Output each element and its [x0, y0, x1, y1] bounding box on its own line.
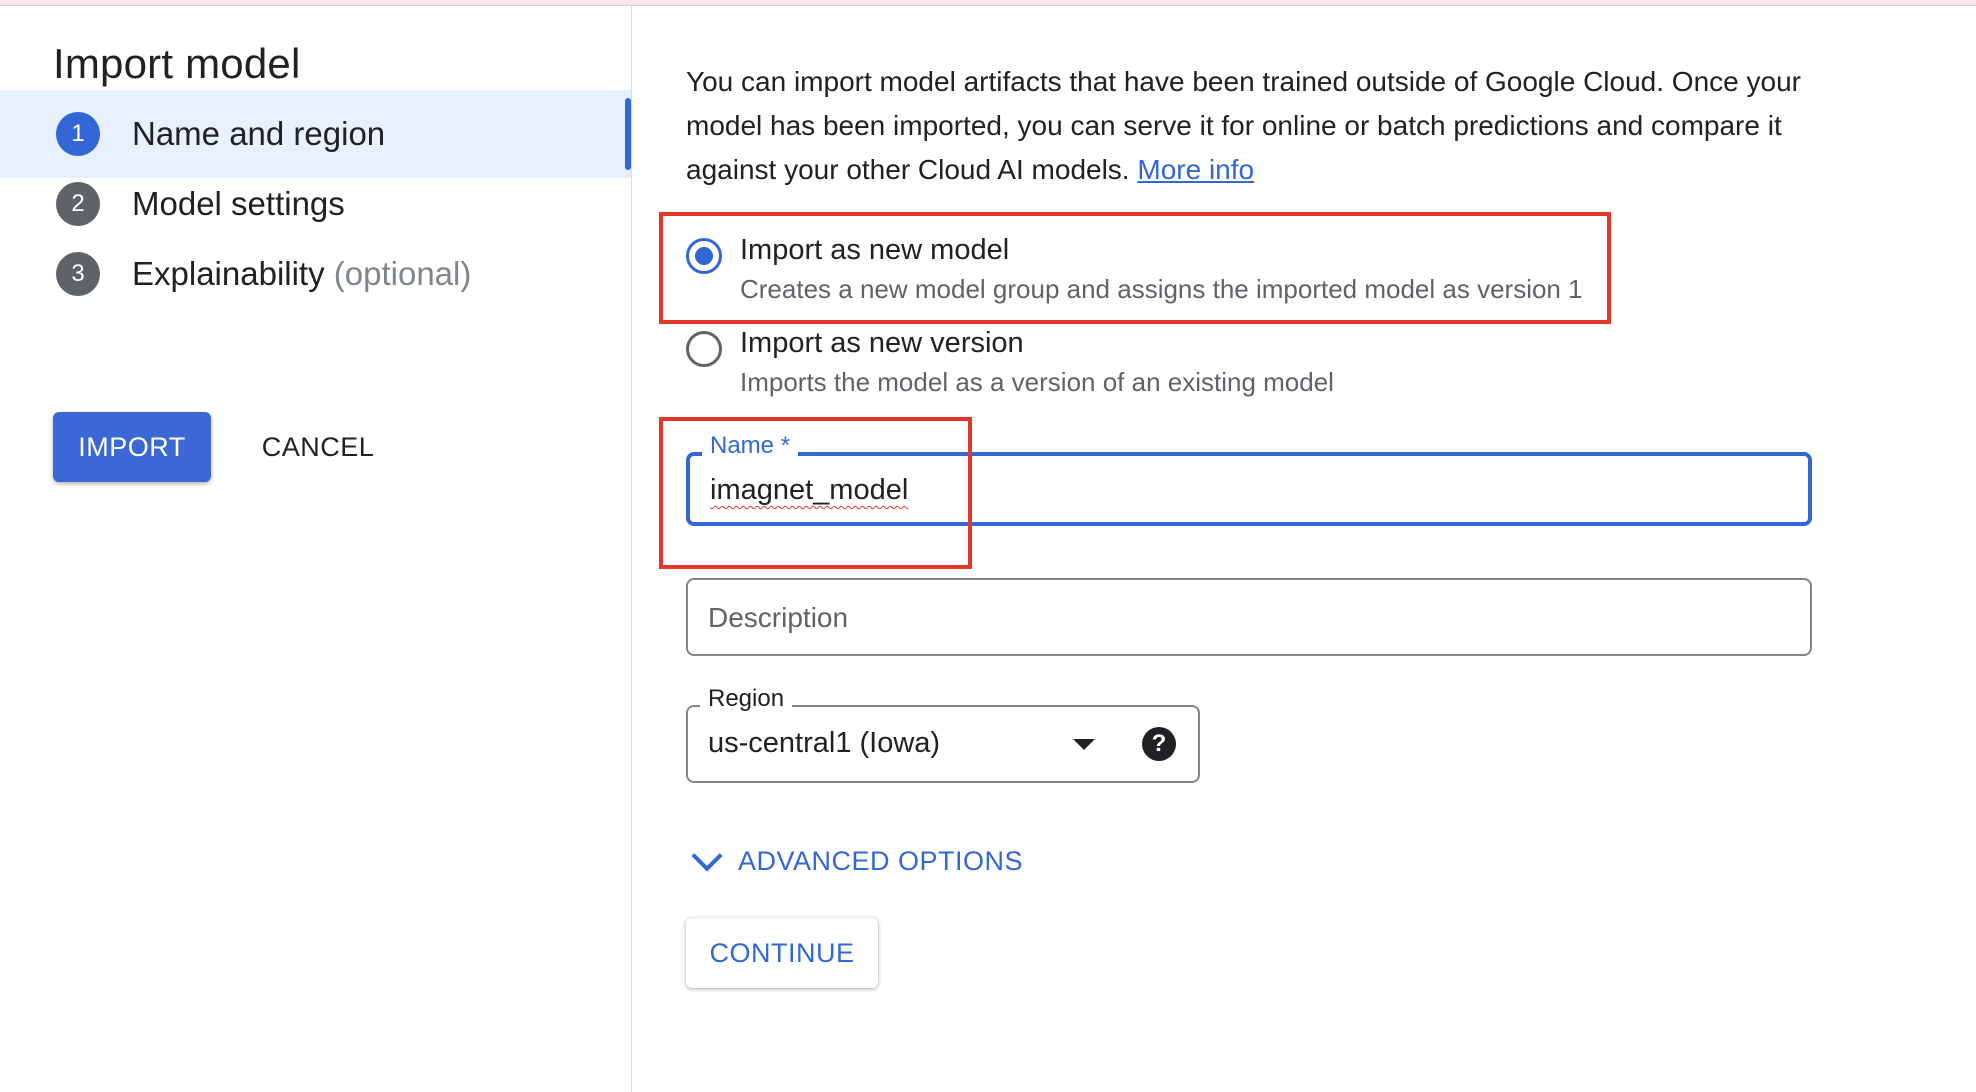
- region-select[interactable]: Region us-central1 (Iowa) ?: [686, 685, 1200, 783]
- intro-paragraph: You can import model artifacts that have…: [686, 66, 1801, 185]
- option-title: Import as new model: [740, 234, 1010, 266]
- description-field[interactable]: Description: [686, 578, 1812, 656]
- option-import-new-version[interactable]: Import as new version Imports the model …: [686, 323, 1334, 401]
- stepper-panel: Import model 1 Name and region 2 Model s…: [0, 6, 632, 1092]
- option-import-new-model[interactable]: Import as new model Creates a new model …: [686, 230, 1583, 308]
- region-field-label: Region: [700, 685, 793, 713]
- radio-button-unchecked[interactable]: [686, 331, 722, 367]
- more-info-link[interactable]: More info: [1137, 154, 1254, 185]
- step-explainability[interactable]: 3 Explainability (optional): [0, 230, 631, 318]
- step-number-badge: 3: [56, 252, 100, 296]
- chevron-down-icon: [691, 839, 723, 872]
- step-number-badge: 1: [56, 112, 100, 156]
- region-selected-value: us-central1 (Iowa): [708, 727, 941, 759]
- step-number-badge: 2: [56, 182, 100, 226]
- advanced-options-label: ADVANCED OPTIONS: [738, 846, 1024, 876]
- continue-button[interactable]: CONTINUE: [686, 918, 878, 988]
- advanced-options-toggle[interactable]: ADVANCED OPTIONS: [690, 839, 1024, 877]
- option-subtitle: Imports the model as a version of an exi…: [740, 367, 1334, 397]
- panel-title: Import model: [53, 40, 301, 87]
- step-label: Name and region: [132, 115, 386, 152]
- step-label: Explainability (optional): [132, 255, 472, 292]
- import-button[interactable]: IMPORT: [53, 412, 211, 482]
- step-label: Model settings: [132, 185, 345, 222]
- description-placeholder: Description: [708, 602, 849, 633]
- radio-button-checked[interactable]: [686, 238, 722, 274]
- help-circle-icon[interactable]: ?: [1142, 727, 1176, 761]
- optional-tag: (optional): [333, 255, 472, 292]
- arrow-drop-down-icon[interactable]: [1073, 739, 1095, 750]
- option-subtitle: Creates a new model group and assigns th…: [740, 274, 1583, 304]
- option-title: Import as new version: [740, 327, 1024, 359]
- annotation-box-name-field: [659, 417, 972, 569]
- cancel-button[interactable]: CANCEL: [253, 412, 383, 482]
